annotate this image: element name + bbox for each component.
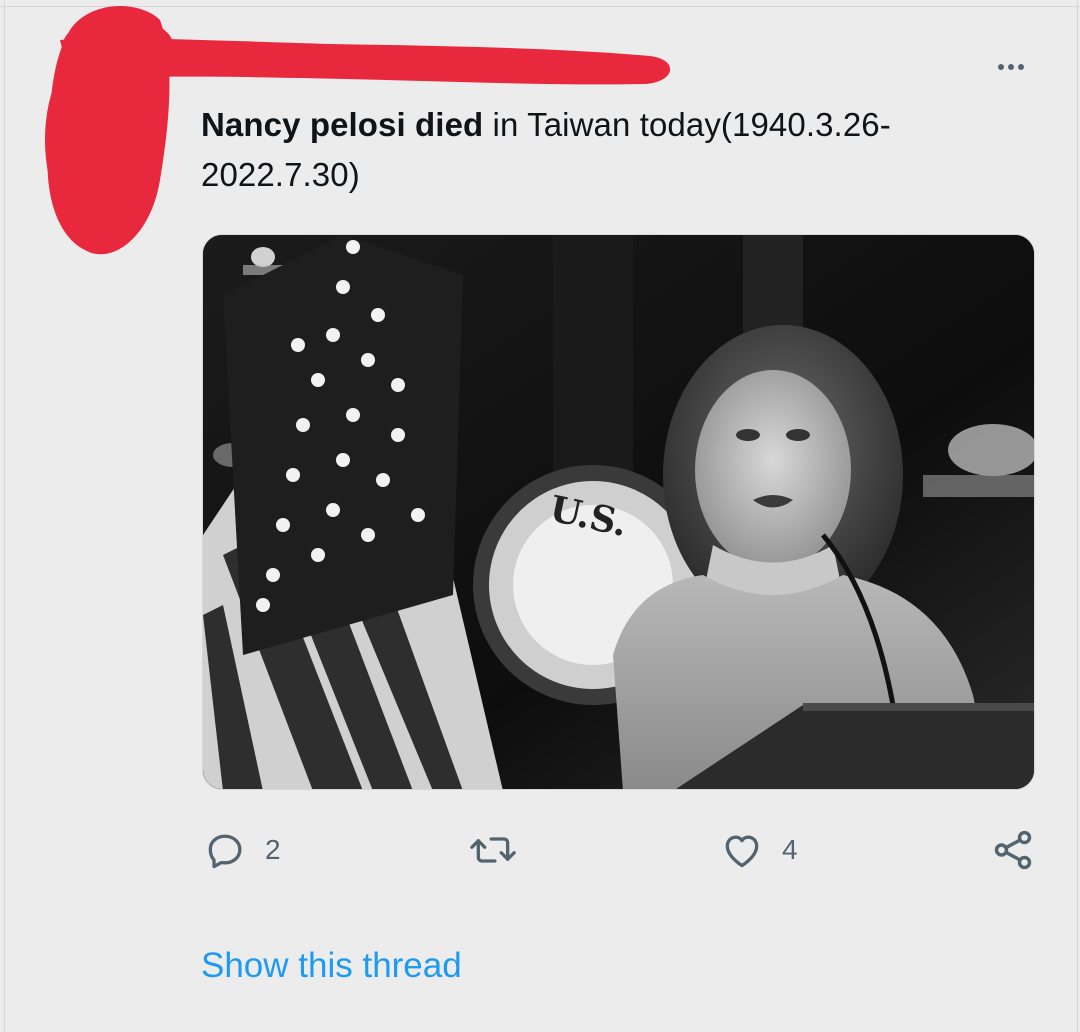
heart-icon [725,835,759,868]
photo-illustration: U.S. [203,235,1034,789]
reply-count: 2 [265,834,281,865]
retweet-button[interactable] [466,820,538,880]
like-count: 4 [782,834,798,865]
action-bar: 2 4 [0,820,1080,880]
show-thread-link[interactable]: Show this thread [201,946,462,986]
share-button[interactable] [990,820,1036,880]
tweet-card: Nancy pelosi died in Taiwan today(1940.3… [0,0,1080,1032]
reply-button[interactable]: 2 [203,820,281,880]
tweet-photo[interactable]: U.S. [202,234,1035,790]
reply-icon [208,834,242,869]
more-icon[interactable] [990,56,1032,78]
like-button[interactable]: 4 [720,820,798,880]
tweet-text: Nancy pelosi died in Taiwan today(1940.3… [201,100,1021,200]
retweet-icon [470,837,516,863]
share-icon [994,830,1032,870]
tweet-text-bold: Nancy pelosi died [201,106,484,143]
